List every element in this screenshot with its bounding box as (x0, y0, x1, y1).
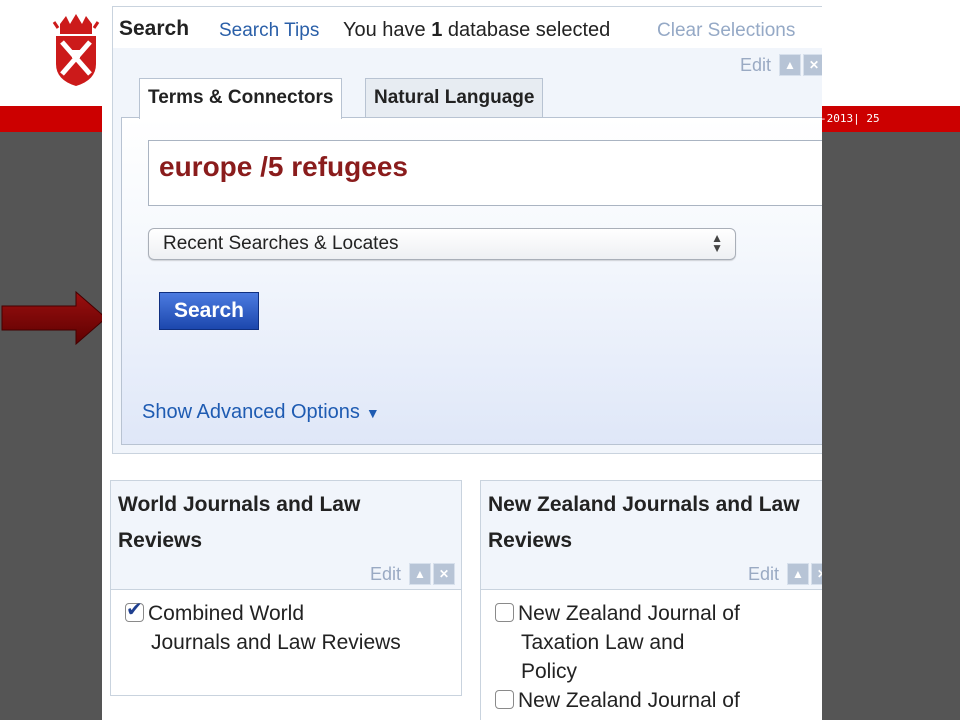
tab-content: europe /5 refugees Recent Searches & Loc… (121, 117, 822, 445)
up-arrow-icon[interactable]: ▲ (779, 54, 801, 76)
database-selected-status: You have 1 database selected (343, 19, 611, 41)
tab-natural-language[interactable]: Natural Language (365, 78, 544, 117)
university-crest-icon (52, 14, 100, 86)
search-panel: Edit ▲ ✕ Terms & Connectors Natural Langua… (112, 48, 822, 454)
close-icon[interactable]: ✕ (803, 54, 822, 76)
edit-link[interactable]: Edit (740, 55, 771, 75)
edit-link[interactable]: Edit (748, 564, 779, 584)
recent-searches-select[interactable]: Recent Searches & Locates ▲ ▼ (148, 228, 736, 260)
chevron-down-icon: ▼ (365, 405, 380, 421)
updown-select-icon: ▲ ▼ (711, 231, 723, 255)
checkmark-icon[interactable] (125, 596, 144, 625)
panel-header: World Journals and Law Reviews Edit ▲ ✕ (111, 481, 461, 590)
search-button[interactable]: Search (159, 292, 259, 330)
search-header: Search Search Tips You have 1 database s… (112, 6, 822, 49)
database-checkbox-item[interactable]: New Zealand Journal of (495, 686, 805, 715)
up-arrow-icon[interactable]: ▲ (409, 563, 431, 585)
edit-link[interactable]: Edit (370, 564, 401, 584)
checkbox[interactable] (495, 690, 514, 709)
database-checkbox-item[interactable]: New Zealand Journal of Taxation Law and … (495, 599, 805, 686)
close-icon[interactable]: ✕ (811, 563, 822, 585)
tab-terms-connectors[interactable]: Terms & Connectors (139, 78, 343, 119)
search-query-text: europe /5 refugees (159, 151, 408, 182)
new-zealand-journals-panel: New Zealand Journals and Law Reviews Edi… (480, 480, 822, 720)
up-arrow-icon[interactable]: ▲ (787, 563, 809, 585)
close-icon[interactable]: ✕ (433, 563, 455, 585)
slide-footer: -2013| 25 (820, 112, 880, 125)
recent-searches-value: Recent Searches & Locates (163, 233, 399, 254)
search-query-input[interactable]: europe /5 refugees (148, 140, 822, 206)
panel-header: New Zealand Journals and Law Reviews Edi… (481, 481, 822, 590)
panel-title: New Zealand Journals and Law Reviews (488, 493, 800, 552)
search-heading: Search (119, 17, 190, 40)
checkbox[interactable] (495, 603, 514, 622)
database-count: 1 (431, 19, 443, 41)
westlaw-screenshot: Search Search Tips You have 1 database s… (102, 0, 822, 720)
panel-controls: Edit ▲✕ (740, 54, 822, 76)
panel-controls: Edit ▲✕ (748, 563, 822, 585)
database-checkbox-item[interactable]: Combined World Journals and Law Reviews (125, 596, 435, 657)
right-arrow-icon (1, 290, 107, 346)
world-journals-panel: World Journals and Law Reviews Edit ▲✕ Co… (110, 480, 462, 696)
show-advanced-options-link[interactable]: Show Advanced Options ▼ (142, 401, 380, 424)
panel-title: World Journals and Law Reviews (118, 493, 361, 552)
panel-controls: Edit ▲✕ (370, 563, 455, 585)
clear-selections-link[interactable]: Clear Selections (657, 20, 795, 42)
search-tips-link[interactable]: Search Tips (219, 20, 319, 42)
